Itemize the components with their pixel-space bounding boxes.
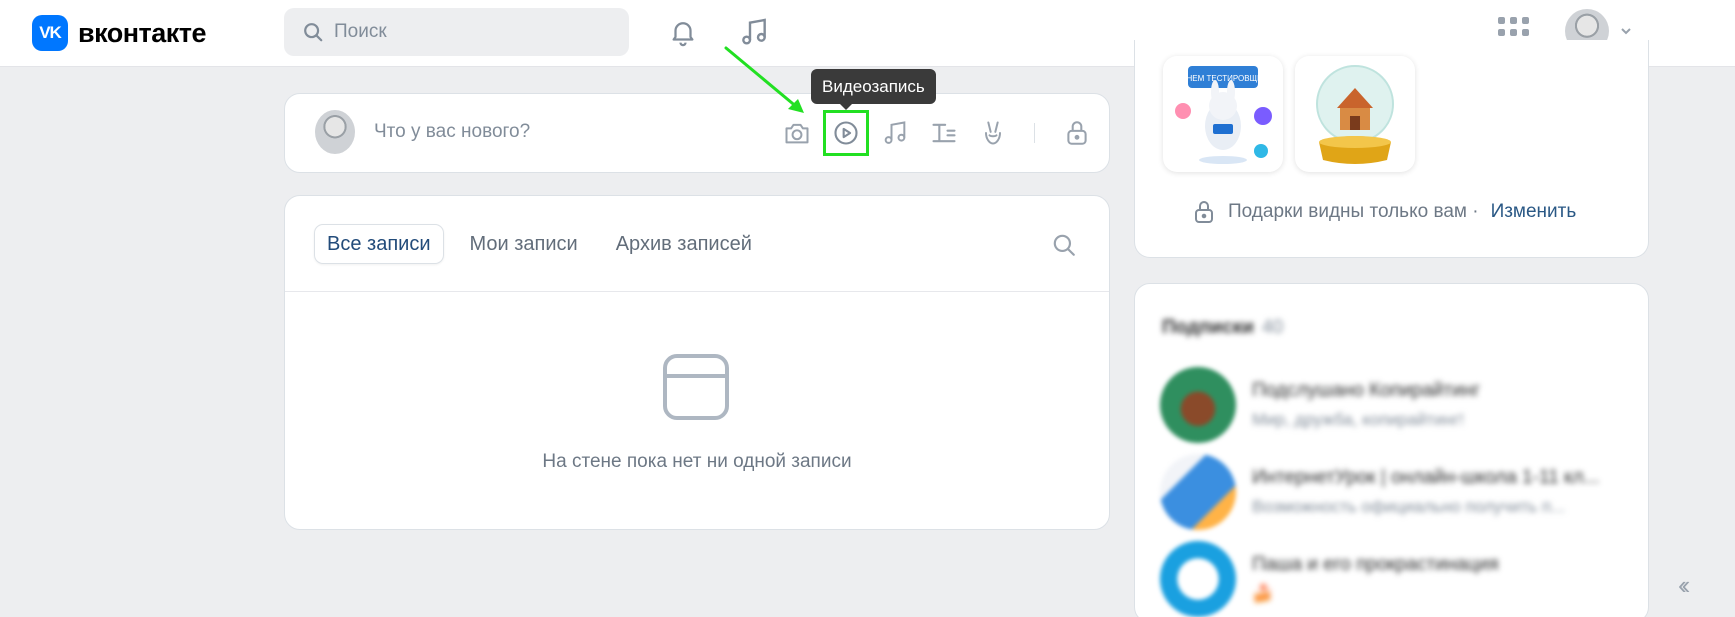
vk-logo-text: вконтакте (78, 17, 207, 48)
subscription-text: Подслушано Копирайтинг Мир, дружба, копи… (1252, 380, 1480, 430)
tab-my-posts[interactable]: Мои записи (458, 224, 590, 264)
wall-search-icon[interactable] (1051, 232, 1077, 258)
subscription-desc: Мир, дружба, копирайтинг! (1252, 410, 1465, 429)
search-input[interactable] (334, 21, 594, 43)
subscription-avatar (1160, 541, 1236, 617)
collapse-sidebar-icon[interactable]: ‹‹ (1678, 570, 1691, 601)
empty-wall-text: На стене пока нет ни одной записи (542, 451, 852, 472)
subscription-desc: Возможность официально получить п... (1252, 497, 1566, 516)
composer-avatar (315, 110, 355, 154)
tab-archive[interactable]: Архив записей (604, 224, 764, 264)
svg-text:С ДНЕМ ТЕСТИРОВЩИКА: С ДНЕМ ТЕСТИРОВЩИКА (1173, 74, 1273, 83)
gifts-card: С ДНЕМ ТЕСТИРОВЩИКА Подарки видны только… (1134, 40, 1649, 258)
subscription-item[interactable]: ИнтернетУрок | онлайн-школа 1-11 кл... В… (1160, 454, 1599, 530)
subscription-item[interactable]: Подслушано Копирайтинг Мир, дружба, копи… (1160, 367, 1480, 443)
subscriptions-title: Подписки (1162, 317, 1254, 338)
gifts-privacy-note: Подарки видны только вам · Изменить (1192, 199, 1576, 225)
wall-card: Все записи Мои записи Архив записей На с… (284, 195, 1110, 530)
toolbar-divider (1034, 123, 1035, 143)
subscription-name: ИнтернетУрок | онлайн-школа 1-11 кл... (1252, 467, 1600, 488)
subscription-text: ИнтернетУрок | онлайн-школа 1-11 кл... В… (1252, 467, 1599, 517)
subscriptions-count: 40 (1262, 317, 1284, 338)
camera-icon (785, 123, 809, 144)
subscription-avatar (1160, 454, 1236, 530)
lock-icon (1195, 201, 1213, 223)
gift-tester-day[interactable]: С ДНЕМ ТЕСТИРОВЩИКА (1163, 56, 1283, 172)
video-tooltip: Видеозапись (811, 69, 936, 110)
empty-wall-icon (663, 354, 729, 420)
tab-all-posts[interactable]: Все записи (314, 224, 444, 264)
vk-logo[interactable]: VK вконтакте (32, 14, 207, 52)
attach-music-button[interactable] (875, 113, 915, 153)
annotation-arrow-icon (724, 46, 804, 113)
attach-clip-button[interactable] (973, 113, 1013, 153)
subscriptions-header[interactable]: Подписки 40 (1162, 317, 1283, 339)
subscription-avatar (1160, 367, 1236, 443)
search-box[interactable] (284, 8, 629, 56)
peace-hand-icon (985, 121, 1001, 145)
subscription-desc: 🍰 (1252, 584, 1274, 603)
post-composer: Что у вас нового? (284, 93, 1110, 173)
subscriptions-card: Подписки 40 Подслушано Копирайтинг Мир, д… (1134, 283, 1649, 617)
lock-icon (1067, 121, 1087, 145)
composer-input[interactable]: Что у вас нового? (374, 121, 530, 143)
text-format-icon (932, 123, 956, 143)
subscription-name: Подслушано Копирайтинг (1252, 380, 1481, 401)
privacy-toggle-button[interactable] (1057, 113, 1097, 153)
change-privacy-link[interactable]: Изменить (1491, 201, 1577, 223)
gifts-privacy-text: Подарки видны только вам · (1228, 201, 1479, 222)
wall-divider (285, 291, 1109, 292)
composer-toolbar (777, 110, 1106, 156)
gift-snow-globe[interactable] (1295, 56, 1415, 172)
chevron-down-icon (1621, 28, 1631, 35)
wall-tabs: Все записи Мои записи Архив записей (314, 224, 774, 264)
subscription-text: Паша и его прокрастинация 🍰 (1252, 554, 1499, 604)
vk-logo-mark: VK (32, 15, 68, 51)
search-icon (304, 23, 323, 42)
notifications-bell-icon[interactable] (665, 14, 701, 50)
attach-video-button[interactable] (823, 110, 869, 156)
subscription-item[interactable]: Паша и его прокрастинация 🍰 (1160, 541, 1499, 617)
music-note-icon (884, 121, 906, 144)
subscription-name: Паша и его прокрастинация (1252, 554, 1499, 575)
attach-article-button[interactable] (924, 113, 964, 153)
video-play-icon (834, 121, 858, 145)
